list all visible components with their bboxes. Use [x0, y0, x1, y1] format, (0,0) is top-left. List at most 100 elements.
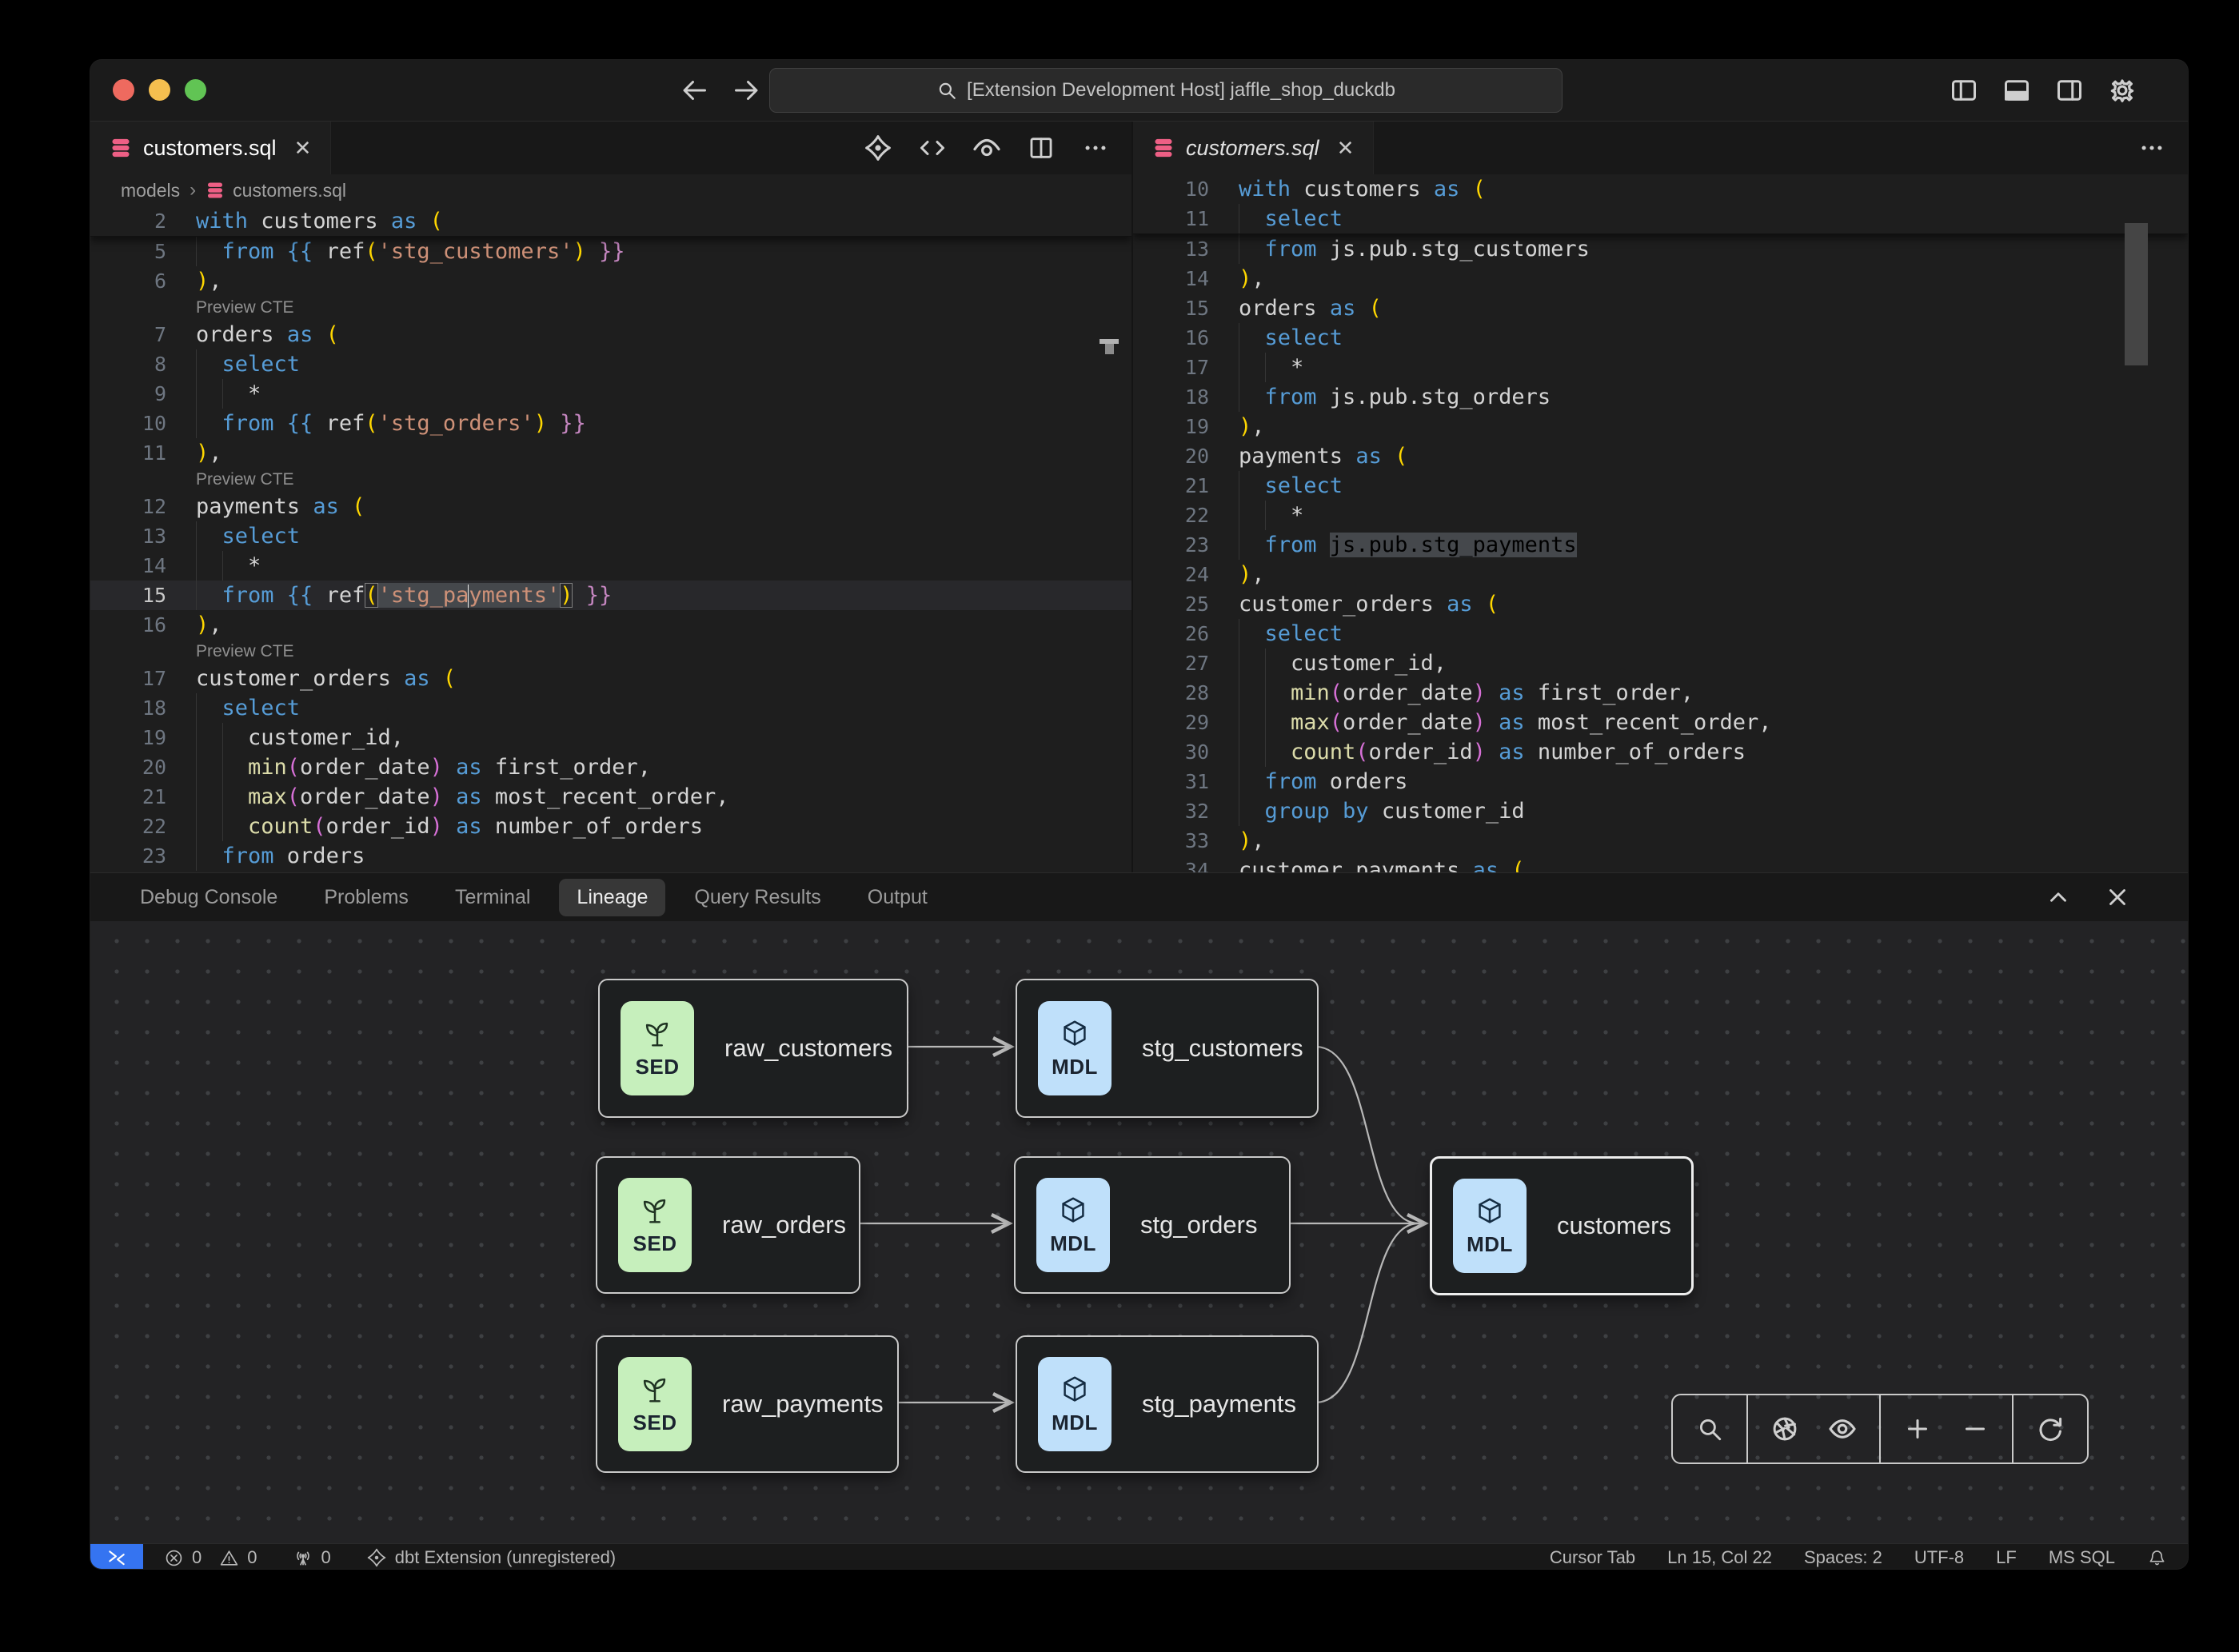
status-item-cursor-tab[interactable]: Cursor Tab: [1550, 1547, 1635, 1568]
code-line[interactable]: 12payments as (: [90, 492, 1131, 521]
toggle-secondary-sidebar-button[interactable]: [2053, 74, 2085, 106]
code-line[interactable]: 5 from {{ ref('stg_customers') }}: [90, 237, 1131, 266]
code-line[interactable]: 2with customers as (: [90, 206, 1131, 236]
maximize-panel-button[interactable]: [2044, 883, 2073, 912]
code-line[interactable]: 13 select: [90, 521, 1131, 551]
editor-scrollbar[interactable]: [2125, 223, 2148, 365]
lineage-node-raw_customers[interactable]: SEDraw_customers: [598, 979, 908, 1118]
code-line[interactable]: 17 *: [1133, 353, 2188, 382]
lineage-snapshot-button[interactable]: [1759, 1403, 1810, 1454]
tab-customers-sql[interactable]: customers.sql ✕: [90, 122, 331, 174]
code-line[interactable]: 16 select: [1133, 323, 2188, 353]
code-line[interactable]: 23 from js.pub.stg_payments: [1133, 530, 2188, 560]
zoom-in-button[interactable]: [1892, 1403, 1943, 1454]
code-line[interactable]: 15orders as (: [1133, 293, 2188, 323]
problems-status-button[interactable]: 0 0: [164, 1547, 257, 1568]
status-item-spaces-2[interactable]: Spaces: 2: [1804, 1547, 1882, 1568]
code-line[interactable]: 32 group by customer_id: [1133, 796, 2188, 826]
code-editor-compiled[interactable]: 10with customers as (11 select 13 from j…: [1133, 174, 2188, 872]
toggle-primary-sidebar-button[interactable]: [1948, 74, 1980, 106]
dbt-button[interactable]: [863, 133, 893, 163]
ports-status-button[interactable]: 0: [293, 1547, 331, 1568]
close-window-button[interactable]: [113, 79, 134, 101]
lineage-node-raw_orders[interactable]: SEDraw_orders: [596, 1156, 860, 1294]
code-line[interactable]: 28 min(order_date) as first_order,: [1133, 678, 2188, 708]
remote-indicator-button[interactable]: [90, 1544, 143, 1569]
close-panel-button[interactable]: [2103, 883, 2132, 912]
codelens-preview-cte-link[interactable]: Preview CTE: [196, 468, 294, 492]
code-line[interactable]: 20payments as (: [1133, 441, 2188, 471]
panel-tab-terminal[interactable]: Terminal: [437, 879, 548, 916]
code-line[interactable]: 22 *: [1133, 501, 2188, 530]
split-editor-button[interactable]: [1026, 133, 1056, 163]
code-line[interactable]: 22 count(order_id) as number_of_orders: [90, 812, 1131, 841]
breadcrumb-file[interactable]: customers.sql: [206, 180, 346, 202]
code-line[interactable]: 33),: [1133, 826, 2188, 856]
code-line[interactable]: 11),: [90, 438, 1131, 468]
panel-tab-query-results[interactable]: Query Results: [676, 879, 838, 916]
code-line[interactable]: 23 from orders: [90, 841, 1131, 871]
code-line[interactable]: 17customer_orders as (: [90, 664, 1131, 693]
code-line[interactable]: 10with customers as (: [1133, 174, 2188, 204]
code-line[interactable]: 11 select: [1133, 204, 2188, 233]
lineage-canvas[interactable]: SEDraw_customers MDLstg_customers SEDraw_o…: [90, 921, 2188, 1543]
more-button[interactable]: [1080, 133, 1111, 163]
code-line[interactable]: 30 count(order_id) as number_of_orders: [1133, 737, 2188, 767]
lineage-search-button[interactable]: [1684, 1403, 1735, 1454]
code-line[interactable]: 10 from {{ ref('stg_orders') }}: [90, 409, 1131, 438]
lineage-node-stg_orders[interactable]: MDLstg_orders: [1014, 1156, 1291, 1294]
code-line[interactable]: 9 *: [90, 379, 1131, 409]
dbt-extension-status-button[interactable]: dbt Extension (unregistered): [366, 1547, 616, 1568]
codelens-preview-cte-link[interactable]: Preview CTE: [196, 640, 294, 664]
code-line[interactable]: 29 max(order_date) as most_recent_order,: [1133, 708, 2188, 737]
more-button[interactable]: [2137, 133, 2167, 163]
code-line[interactable]: 25customer_orders as (: [1133, 589, 2188, 619]
code-line[interactable]: 16),: [90, 610, 1131, 640]
code-line[interactable]: 14 *: [90, 551, 1131, 581]
breadcrumb-folder[interactable]: models: [121, 180, 180, 202]
code-line[interactable]: 15 from {{ ref('stg_payments') }}: [90, 581, 1131, 610]
toggle-panel-button[interactable]: [2001, 74, 2033, 106]
tab-customers-sql-compiled[interactable]: customers.sql ✕: [1133, 122, 1374, 174]
code-line[interactable]: 13 from js.pub.stg_customers: [1133, 234, 2188, 264]
code-line[interactable]: 27 customer_id,: [1133, 648, 2188, 678]
code-line[interactable]: 21 max(order_date) as most_recent_order,: [90, 782, 1131, 812]
nav-forward-button[interactable]: [731, 74, 763, 106]
codelens-preview-cte-link[interactable]: Preview CTE: [196, 296, 294, 320]
panel-tab-problems[interactable]: Problems: [306, 879, 426, 916]
code-editor-source[interactable]: 2with customers as ( 5 from {{ ref('stg_…: [90, 206, 1131, 872]
lineage-node-stg_payments[interactable]: MDLstg_payments: [1016, 1335, 1319, 1473]
code-line[interactable]: 19 customer_id,: [90, 723, 1131, 752]
refresh-button[interactable]: [2025, 1403, 2076, 1454]
command-center[interactable]: [Extension Development Host] jaffle_shop…: [769, 68, 1563, 113]
panel-tab-debug-console[interactable]: Debug Console: [122, 879, 295, 916]
lineage-node-stg_customers[interactable]: MDLstg_customers: [1016, 979, 1319, 1118]
code-line[interactable]: 8 select: [90, 349, 1131, 379]
code-line[interactable]: 14),: [1133, 264, 2188, 293]
code-line[interactable]: 18 select: [90, 693, 1131, 723]
panel-tab-lineage[interactable]: Lineage: [559, 879, 665, 916]
nav-back-button[interactable]: [678, 74, 710, 106]
code-line[interactable]: 19),: [1133, 412, 2188, 441]
titlebar[interactable]: [Extension Development Host] jaffle_shop…: [90, 60, 2188, 122]
code-line[interactable]: 20 min(order_date) as first_order,: [90, 752, 1131, 782]
status-item-ms-sql[interactable]: MS SQL: [2049, 1547, 2115, 1568]
code-line[interactable]: 18 from js.pub.stg_orders: [1133, 382, 2188, 412]
code-line[interactable]: 26 select: [1133, 619, 2188, 648]
code-line[interactable]: 24),: [1133, 560, 2188, 589]
minimize-window-button[interactable]: [149, 79, 170, 101]
zoom-out-button[interactable]: [1950, 1403, 2001, 1454]
lineage-visibility-button[interactable]: [1817, 1403, 1868, 1454]
status-item-ln-15-col-22[interactable]: Ln 15, Col 22: [1667, 1547, 1772, 1568]
code-button[interactable]: [917, 133, 948, 163]
code-line[interactable]: 6),: [90, 266, 1131, 296]
panel-tab-output[interactable]: Output: [850, 879, 945, 916]
status-item-lf[interactable]: LF: [1996, 1547, 2017, 1568]
lineage-node-customers[interactable]: MDLcustomers: [1430, 1156, 1694, 1295]
code-line[interactable]: 34customer_payments as (: [1133, 856, 2188, 872]
preview-button[interactable]: [972, 133, 1002, 163]
settings-button[interactable]: [2106, 74, 2138, 106]
status-item-utf-8[interactable]: UTF-8: [1914, 1547, 1964, 1568]
code-line[interactable]: 21 select: [1133, 471, 2188, 501]
tab-close-icon[interactable]: ✕: [294, 136, 312, 161]
